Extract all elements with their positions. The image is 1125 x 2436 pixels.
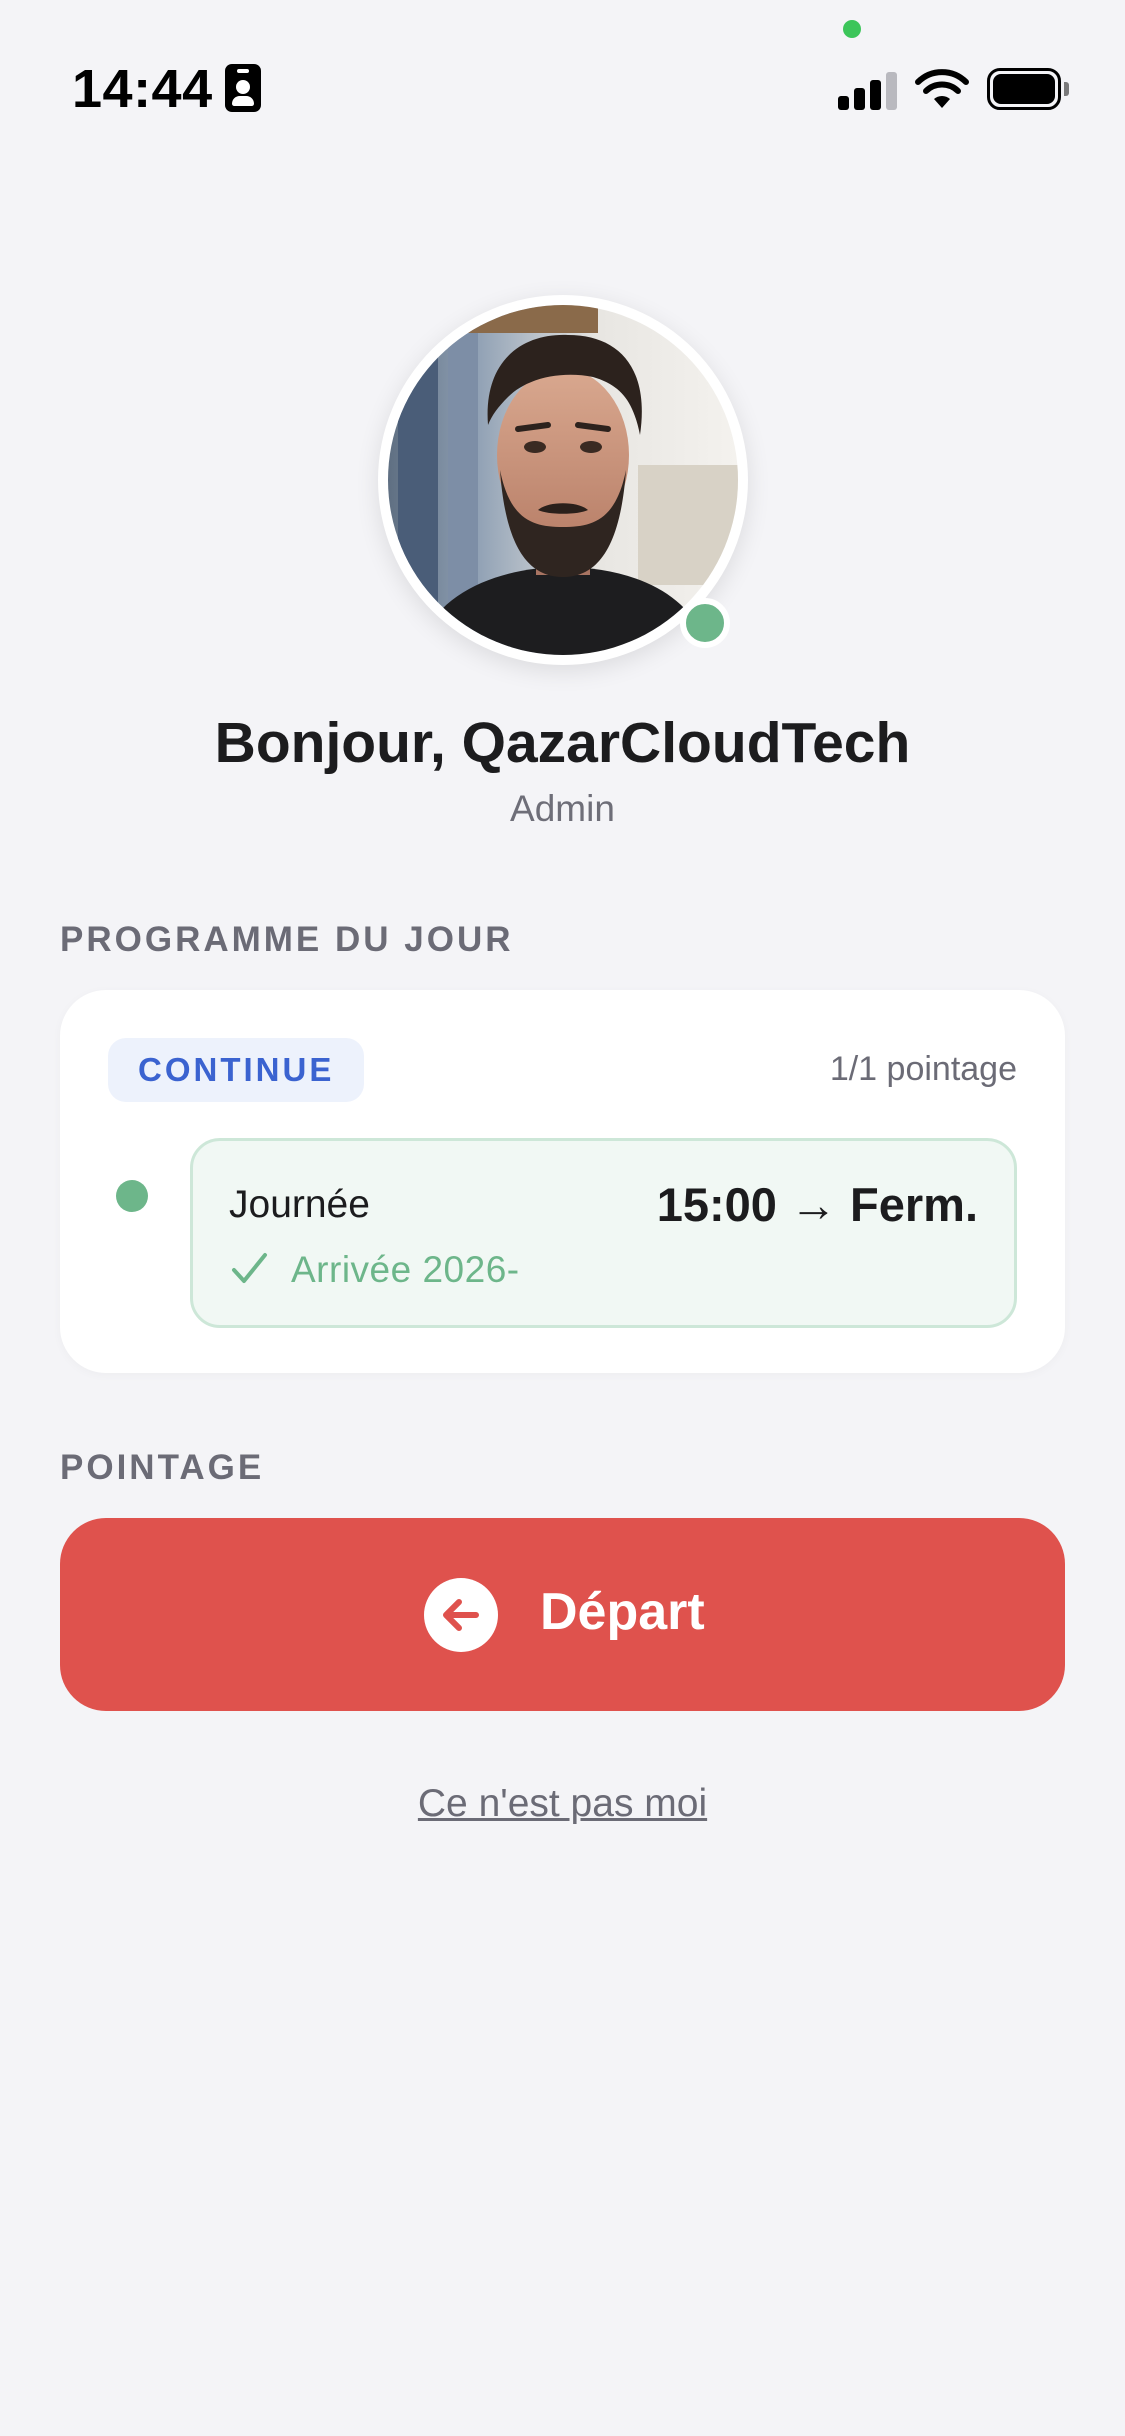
greeting-title: Bonjour, QazarCloudTech (214, 711, 911, 775)
contact-card-icon (225, 64, 261, 112)
shift-name: Journée (229, 1183, 370, 1226)
depart-button-label: Départ (540, 1583, 705, 1641)
check-icon (232, 1253, 267, 1283)
shift-item[interactable]: Journée 15:00 → Ferm. Arrivée 2026- (190, 1138, 1017, 1328)
depart-button[interactable]: Départ (60, 1518, 1065, 1711)
arrival-status: Arrivée 2026- (291, 1249, 520, 1290)
cellular-signal-icon (838, 72, 898, 110)
user-role: Admin (510, 788, 615, 829)
arrow-left-circle-icon (424, 1578, 498, 1652)
status-badge: CONTINUE (108, 1038, 365, 1102)
online-status-indicator (680, 598, 730, 648)
status-time: 14:44 (72, 59, 213, 119)
schedule-card: CONTINUE 1/1 pointage Journée 15:00 → Fe… (60, 990, 1065, 1373)
battery-icon (987, 68, 1069, 110)
avatar-photo (388, 305, 738, 655)
shift-hours: 15:00 → Ferm. (656, 1178, 978, 1231)
schedule-section-title: PROGRAMME DU JOUR (60, 920, 514, 959)
pointage-count: 1/1 pointage (829, 1050, 1017, 1088)
not-me-link[interactable]: Ce n'est pas moi (418, 1782, 707, 1825)
status-bar: 14:44 (0, 0, 1125, 140)
timeline-dot (116, 1180, 148, 1212)
privacy-indicator-dot (843, 20, 861, 38)
pointage-section-title: POINTAGE (60, 1448, 265, 1487)
app-screen: 14:44 Bonjour, QazarCloudTech Admin PROG… (0, 0, 1125, 2436)
not-me-container: Ce n'est pas moi (0, 1782, 1125, 1826)
wifi-icon (915, 69, 969, 108)
